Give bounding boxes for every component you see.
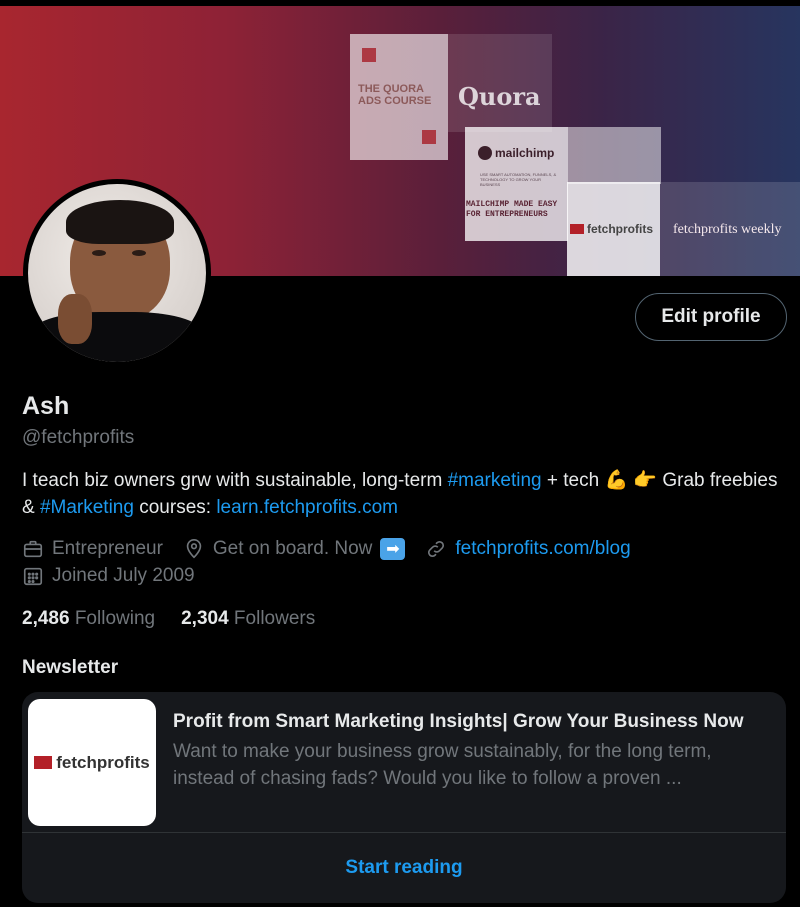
newsletter-thumbnail: fetchprofits [28,699,156,826]
avatar-hand [58,294,92,344]
followers-label: Followers [233,608,316,629]
bio-text: courses: [133,497,217,518]
following-count: 2,486 [22,608,70,629]
avatar-hair [66,200,174,244]
follow-stats: 2,486 Following 2,304 Followers [22,608,341,630]
bio-link-learn[interactable]: learn.fetchprofits.com [216,497,398,518]
banner-mailchimp-logo-text: mailchimp [495,146,555,160]
followers-link[interactable]: 2,304 Followers [181,608,315,630]
profile-handle: @fetchprofits [22,427,135,448]
profession-item: Entrepreneur [22,538,163,560]
profile-bio: I teach biz owners grw with sustainable,… [22,467,792,521]
website-item[interactable]: fetchprofits.com/blog [425,538,631,560]
joined-text: Joined July 2009 [52,565,195,586]
flexed-biceps-emoji-icon: 💪 [604,469,629,491]
banner-fetchprofits-logo-text: fetchprofits [587,222,653,236]
bio-hashtag-marketing[interactable]: #marketing [448,470,542,491]
link-icon [425,538,447,560]
briefcase-icon [22,538,44,560]
banner-fetchprofits-weekly-text: fetchprofits weekly [673,222,782,237]
newsletter-thumbnail-logo-text: fetchprofits [56,752,150,772]
newsletter-description: Want to make your business grow sustaina… [173,741,712,789]
newsletter-card[interactable]: fetchprofits Profit from Smart Marketing… [22,692,786,903]
banner-quora-logo-text: Quora [458,82,541,111]
joined-item: Joined July 2009 [22,565,195,587]
pointing-right-emoji-icon: 👉 [633,469,658,491]
newsletter-title: Profit from Smart Marketing Insights| Gr… [173,711,744,732]
banner-square-decoration [422,130,436,144]
banner-mailchimp-title: MAILCHIMP MADE EASY FOR ENTREPRENEURS [466,200,558,219]
location-pin-icon [183,538,205,560]
avatar[interactable] [23,179,211,367]
profile-meta-row: Entrepreneur Get on board. Now ➡ fetchpr… [22,538,651,560]
fetchprofits-logo-icon [34,756,53,769]
location-item: Get on board. Now ➡ [183,538,406,560]
banner-mailchimp-logo: mailchimp [478,146,554,160]
mailchimp-icon [478,146,492,160]
calendar-icon [22,565,44,587]
avatar-photo [28,184,206,362]
banner-quora-course-text: THE QUORA ADS COURSE [358,83,432,107]
avatar-shirt [28,312,206,362]
start-reading-button[interactable]: Start reading [22,833,786,903]
banner-mailchimp-small-text: USE SMART AUTOMATION, FUNNELS, & TECHNOL… [480,172,557,187]
following-link[interactable]: 2,486 Following [22,608,155,630]
followers-count: 2,304 [181,608,229,629]
newsletter-heading: Newsletter [22,657,119,678]
profile-joined-row: Joined July 2009 [22,565,215,587]
location-text: Get on board. Now [212,538,373,559]
newsletter-thumbnail-logo: fetchprofits [34,753,150,773]
profession-text: Entrepreneur [52,538,163,559]
bio-text: + tech [541,470,605,491]
right-arrow-emoji-icon: ➡ [380,538,406,560]
bio-text: I teach biz owners grw with sustainable,… [22,470,448,491]
bio-hashtag-marketing-capital[interactable]: #Marketing [40,497,134,518]
fetchprofits-logo-icon [570,224,584,234]
avatar-eye [92,250,106,256]
website-link[interactable]: fetchprofits.com/blog [455,538,630,560]
profile-name: Ash [22,392,70,420]
banner-fetchprofits-logo: fetchprofits [570,222,653,236]
avatar-eye [132,250,146,256]
banner-square-decoration [362,48,376,62]
banner-tile-mailchimp-side [568,127,661,184]
following-label: Following [74,608,156,629]
edit-profile-button[interactable]: Edit profile [635,293,787,341]
